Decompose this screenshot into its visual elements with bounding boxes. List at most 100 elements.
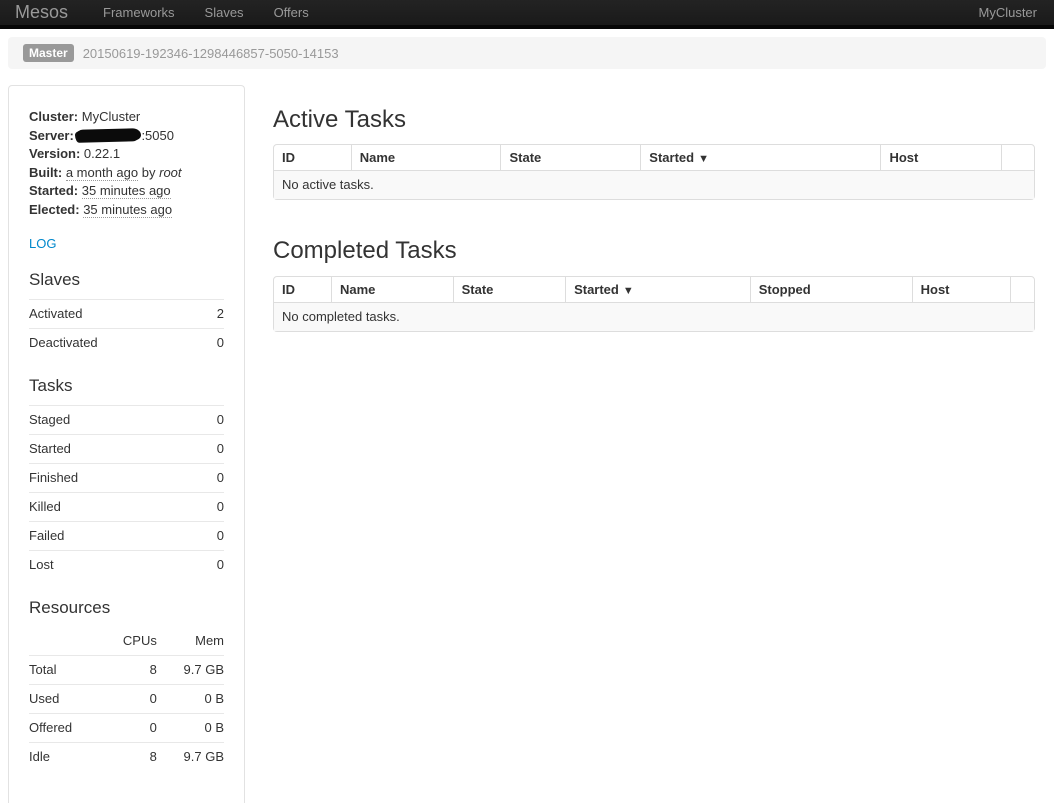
table-header-row: ID Name State Started▼ Host <box>274 145 1034 170</box>
info-started-label: Started: <box>29 183 78 198</box>
resources-idle-label: Idle <box>29 743 101 772</box>
info-elected-value: 35 minutes ago <box>83 202 172 218</box>
resources-total-cpus: 8 <box>101 656 157 685</box>
info-built-label: Built: <box>29 165 62 180</box>
completed-col-started[interactable]: Started▼ <box>565 277 750 302</box>
slaves-deactivated-label: Deactivated <box>29 329 205 358</box>
tasks-failed-label: Failed <box>29 522 199 551</box>
info-cluster-value: MyCluster <box>82 109 141 124</box>
table-row: Finished 0 <box>29 464 224 493</box>
info-started: Started: 35 minutes ago <box>29 182 224 201</box>
nav-link-offers[interactable]: Offers <box>259 0 324 27</box>
main-content: Active Tasks ID Name State Started▼ Host… <box>245 85 1035 332</box>
info-cluster-label: Cluster: <box>29 109 78 124</box>
info-cluster: Cluster: MyCluster <box>29 108 224 127</box>
tasks-staged-label: Staged <box>29 406 199 435</box>
slaves-activated-label: Activated <box>29 300 205 329</box>
breadcrumb: Master 20150619-192346-1298446857-5050-1… <box>8 37 1046 69</box>
table-row: Started 0 <box>29 435 224 464</box>
slaves-deactivated-value: 0 <box>205 329 224 358</box>
resources-used-label: Used <box>29 685 101 714</box>
completed-col-stopped[interactable]: Stopped <box>750 277 912 302</box>
active-col-state[interactable]: State <box>500 145 640 170</box>
tasks-section-title: Tasks <box>29 376 224 396</box>
completed-col-name[interactable]: Name <box>331 277 453 302</box>
table-row: Staged 0 <box>29 406 224 435</box>
table-row: Total 8 9.7 GB <box>29 656 224 685</box>
resources-section-title: Resources <box>29 598 224 618</box>
resources-idle-mem: 9.7 GB <box>157 743 224 772</box>
tasks-lost-label: Lost <box>29 551 199 580</box>
tasks-failed-value: 0 <box>199 522 224 551</box>
nav-link-frameworks[interactable]: Frameworks <box>88 0 190 27</box>
table-row: Killed 0 <box>29 493 224 522</box>
active-col-name[interactable]: Name <box>351 145 501 170</box>
master-badge: Master <box>23 44 74 62</box>
tasks-lost-value: 0 <box>199 551 224 580</box>
resources-total-label: Total <box>29 656 101 685</box>
completed-tasks-title: Completed Tasks <box>273 238 1035 264</box>
table-row: Used 0 0 B <box>29 685 224 714</box>
table-row: Failed 0 <box>29 522 224 551</box>
info-version-value: 0.22.1 <box>84 146 120 161</box>
resources-total-mem: 9.7 GB <box>157 656 224 685</box>
completed-tasks-empty-message: No completed tasks. <box>274 302 1034 331</box>
brand-link-mesos[interactable]: Mesos <box>0 0 88 27</box>
active-tasks-empty-message: No active tasks. <box>274 170 1034 199</box>
resources-idle-cpus: 8 <box>101 743 157 772</box>
info-built-time: a month ago <box>66 165 138 181</box>
info-started-value: 35 minutes ago <box>82 183 171 199</box>
completed-col-state[interactable]: State <box>453 277 565 302</box>
resources-offered-mem: 0 B <box>157 714 224 743</box>
slaves-table: Activated 2 Deactivated 0 <box>29 299 224 357</box>
info-version-label: Version: <box>29 146 80 161</box>
sort-desc-icon: ▼ <box>623 285 634 297</box>
nav-link-slaves[interactable]: Slaves <box>190 0 259 27</box>
table-row: Deactivated 0 <box>29 329 224 358</box>
active-tasks-table: ID Name State Started▼ Host No active ta… <box>273 144 1035 200</box>
info-built-by-word: by <box>142 165 156 180</box>
info-elected-label: Elected: <box>29 202 80 217</box>
table-row: Lost 0 <box>29 551 224 580</box>
resources-offered-label: Offered <box>29 714 101 743</box>
table-row: CPUs Mem <box>29 627 224 656</box>
tasks-started-value: 0 <box>199 435 224 464</box>
navbar-cluster-name: MyCluster <box>978 5 1037 20</box>
completed-tasks-table: ID Name State Started▼ Stopped Host No c… <box>273 276 1035 332</box>
tasks-killed-value: 0 <box>199 493 224 522</box>
active-col-actions <box>1001 145 1034 170</box>
slaves-section-title: Slaves <box>29 270 224 290</box>
tasks-table: Staged 0 Started 0 Finished 0 Killed 0 F… <box>29 405 224 579</box>
table-row: Activated 2 <box>29 300 224 329</box>
tasks-staged-value: 0 <box>199 406 224 435</box>
top-navbar: Mesos Frameworks Slaves Offers MyCluster <box>0 0 1054 29</box>
info-server-label: Server: <box>29 128 74 143</box>
active-tasks-title: Active Tasks <box>273 107 1035 133</box>
resources-offered-cpus: 0 <box>101 714 157 743</box>
redacted-server-ip <box>77 128 141 142</box>
completed-col-id[interactable]: ID <box>274 277 331 302</box>
sidebar-panel: Cluster: MyCluster Server: :5050 Version… <box>8 85 245 803</box>
tasks-finished-value: 0 <box>199 464 224 493</box>
info-version: Version: 0.22.1 <box>29 145 224 164</box>
resources-col-mem: Mem <box>157 627 224 656</box>
info-elected: Elected: 35 minutes ago <box>29 201 224 220</box>
empty-state-row: No completed tasks. <box>274 302 1034 331</box>
completed-col-actions <box>1010 277 1034 302</box>
info-built: Built: a month ago by root <box>29 164 224 183</box>
info-built-user: root <box>159 165 181 180</box>
tasks-finished-label: Finished <box>29 464 199 493</box>
active-col-started[interactable]: Started▼ <box>640 145 880 170</box>
master-id-text: 20150619-192346-1298446857-5050-14153 <box>83 46 339 61</box>
log-link[interactable]: LOG <box>29 236 56 251</box>
active-col-id[interactable]: ID <box>274 145 351 170</box>
tasks-started-label: Started <box>29 435 199 464</box>
resources-used-cpus: 0 <box>101 685 157 714</box>
tasks-killed-label: Killed <box>29 493 199 522</box>
resources-table: CPUs Mem Total 8 9.7 GB Used 0 0 B Offer… <box>29 627 224 771</box>
active-col-host[interactable]: Host <box>880 145 1001 170</box>
resources-col-cpus: CPUs <box>101 627 157 656</box>
sort-desc-icon: ▼ <box>698 153 709 165</box>
table-row: Idle 8 9.7 GB <box>29 743 224 772</box>
completed-col-host[interactable]: Host <box>912 277 1010 302</box>
